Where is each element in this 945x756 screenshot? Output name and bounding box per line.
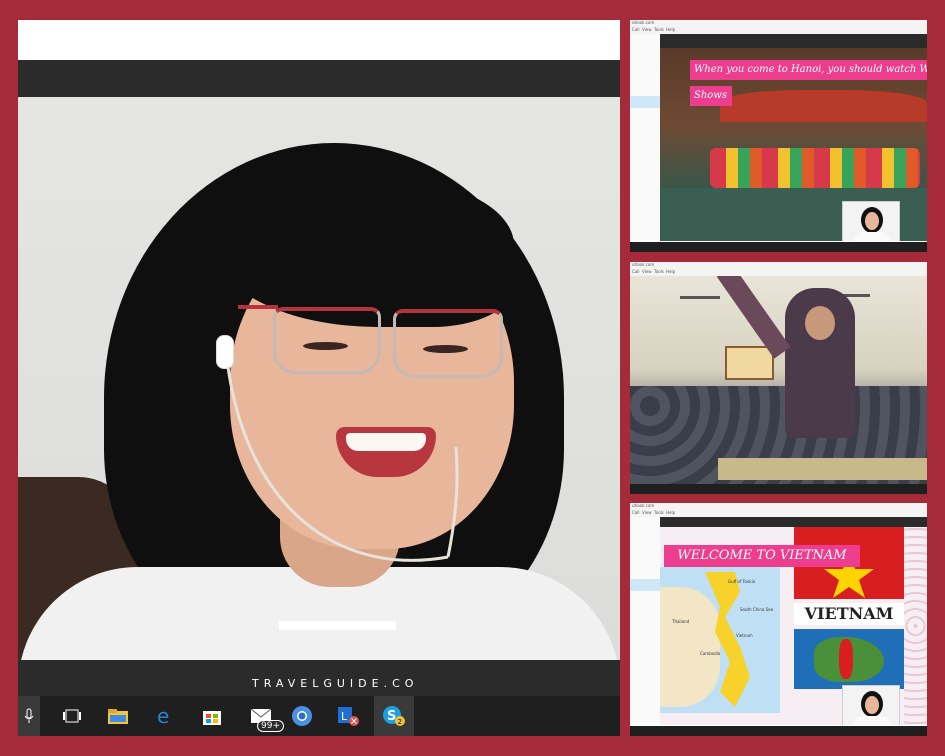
menu-help[interactable]: Help bbox=[666, 269, 675, 274]
mail-icon[interactable]: 99+ bbox=[244, 702, 284, 732]
menu-help[interactable]: Help bbox=[666, 510, 675, 515]
globe-map bbox=[794, 629, 904, 689]
main-video-window: TRAVELGUIDE.CO e 99+ L S2 bbox=[18, 20, 620, 736]
stage-roof bbox=[720, 90, 927, 122]
title-strip bbox=[660, 517, 927, 527]
side-window-water-puppets: utlook.com Call View Tools Help When you… bbox=[630, 20, 927, 252]
menu-help[interactable]: Help bbox=[666, 27, 675, 32]
store-icon[interactable] bbox=[198, 702, 226, 730]
menu-call[interactable]: Call bbox=[632, 269, 639, 274]
slide-title: WELCOME TO VIETNAM bbox=[664, 545, 860, 567]
dotted-border bbox=[904, 527, 927, 725]
edge-icon[interactable]: e bbox=[152, 702, 180, 730]
window-title: utlook.com bbox=[632, 262, 655, 267]
notice-board bbox=[725, 346, 774, 380]
title-strip bbox=[660, 34, 927, 48]
menu-call[interactable]: Call bbox=[632, 27, 639, 32]
mini-taskbar bbox=[630, 242, 927, 252]
side-window-classroom: utlook.com Call View Tools Help bbox=[630, 262, 927, 494]
menu-view[interactable]: View bbox=[642, 510, 652, 515]
slide-caption-line1: When you come to Hanoi, you should watch… bbox=[690, 60, 927, 80]
self-view-thumbnail bbox=[842, 201, 900, 241]
file-explorer-icon[interactable] bbox=[104, 702, 132, 730]
vietnam-map: Gulf of Tonkin South China Sea Thailand … bbox=[660, 567, 780, 713]
window-title: utlook.com bbox=[632, 503, 655, 508]
menu-view[interactable]: View bbox=[642, 269, 652, 274]
map-label-vietnam: Vietnam bbox=[736, 633, 753, 638]
desk bbox=[718, 458, 927, 480]
menu-tools[interactable]: Tools bbox=[654, 510, 664, 515]
slide-water-puppets: When you come to Hanoi, you should watch… bbox=[660, 48, 927, 241]
svg-text:2: 2 bbox=[398, 718, 402, 726]
contacts-sidebar bbox=[630, 34, 660, 240]
caption-bar bbox=[279, 621, 396, 630]
menu-call[interactable]: Call bbox=[632, 510, 639, 515]
window-title-bar bbox=[18, 60, 620, 97]
skype-icon[interactable]: S2 bbox=[374, 696, 414, 736]
windows-taskbar: e 99+ L S2 bbox=[18, 696, 620, 736]
ceiling-fan bbox=[680, 296, 720, 299]
task-view-icon[interactable] bbox=[58, 702, 86, 730]
map-label-thailand: Thailand bbox=[672, 619, 690, 624]
slide-vietnam: Gulf of Tonkin South China Sea Thailand … bbox=[660, 527, 927, 725]
svg-text:S: S bbox=[387, 709, 396, 724]
mini-taskbar bbox=[630, 726, 927, 736]
menu-tools[interactable]: Tools bbox=[654, 269, 664, 274]
window-top-area bbox=[18, 20, 620, 60]
watermark-text: TRAVELGUIDE.CO bbox=[252, 677, 419, 690]
classroom-video bbox=[630, 276, 927, 484]
left-eye bbox=[303, 342, 348, 350]
microphone-icon[interactable] bbox=[18, 696, 40, 736]
contacts-sidebar bbox=[630, 517, 660, 723]
map-label-scs: South China Sea bbox=[740, 607, 774, 612]
menu-tools[interactable]: Tools bbox=[654, 27, 664, 32]
mail-badge: 99+ bbox=[257, 720, 284, 732]
svg-text:L: L bbox=[341, 710, 348, 723]
chrome-icon[interactable] bbox=[288, 702, 316, 730]
contact-item[interactable] bbox=[630, 96, 660, 108]
glasses-temple bbox=[238, 305, 278, 309]
side-window-vietnam: utlook.com Call View Tools Help Gulf of … bbox=[630, 503, 927, 736]
menu-view[interactable]: View bbox=[642, 27, 652, 32]
menu-bar: utlook.com Call View Tools Help bbox=[630, 20, 927, 34]
mini-taskbar bbox=[630, 484, 927, 494]
map-label-cambodia: Cambodia bbox=[700, 651, 721, 656]
lync-icon[interactable]: L bbox=[334, 702, 362, 730]
map-label-gulf: Gulf of Tonkin bbox=[728, 579, 756, 584]
country-name: VIETNAM bbox=[794, 603, 904, 625]
puppets-row bbox=[710, 148, 920, 188]
svg-text:e: e bbox=[157, 705, 169, 727]
webcam-video bbox=[18, 97, 620, 660]
right-eye bbox=[423, 345, 468, 353]
menu-bar: utlook.com Call View Tools Help bbox=[630, 503, 927, 517]
menu-bar: utlook.com Call View Tools Help bbox=[630, 262, 927, 276]
self-view-thumbnail bbox=[842, 685, 900, 725]
contact-item[interactable] bbox=[630, 579, 660, 591]
slide-caption-line2: Shows bbox=[690, 86, 732, 106]
girl-face bbox=[805, 306, 835, 340]
window-title: utlook.com bbox=[632, 20, 655, 25]
earphone-cable bbox=[226, 366, 459, 562]
